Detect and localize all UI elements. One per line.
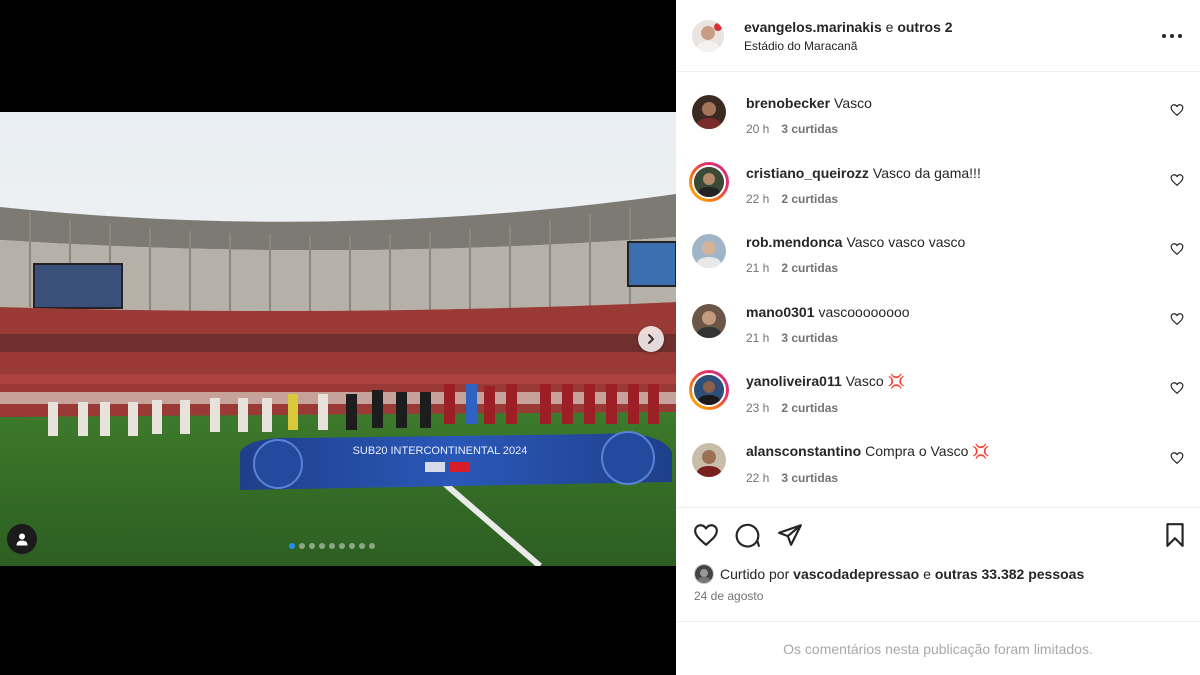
comment-text: Compra o Vasco 💢 — [865, 443, 990, 459]
author-avatar[interactable] — [692, 19, 724, 52]
more-options-icon[interactable] — [1162, 27, 1182, 45]
post-location[interactable]: Estádio do Maracanã — [744, 39, 953, 53]
comment-time[interactable]: 22 h — [746, 192, 769, 206]
commenter-avatar[interactable] — [692, 95, 726, 129]
comment-item: brenobecker Vasco 20 h 3 curtidas — [692, 95, 1192, 155]
comment-username[interactable]: yanoliveira011 — [746, 373, 842, 389]
user-tags-button[interactable] — [7, 524, 37, 554]
comment-likes[interactable]: 2 curtidas — [781, 192, 838, 206]
heart-icon[interactable] — [1170, 312, 1184, 326]
comment-time[interactable]: 21 h — [746, 261, 769, 275]
comment-text: Vasco da gama!!! — [872, 165, 981, 181]
comment-item: cristiano_queirozz Vasco da gama!!! 22 h 2… — [689, 162, 1192, 225]
liked-username[interactable]: vascodadepressao — [793, 566, 919, 582]
comment-text: Vasco 💢 — [845, 373, 905, 389]
comment-username[interactable]: mano0301 — [746, 304, 814, 320]
comment-text: Vasco vasco vasco — [846, 234, 966, 250]
banner-text: SUB20 INTERCONTINENTAL 2024 — [353, 445, 528, 457]
liked-prefix: Curtido por — [720, 566, 790, 582]
comment-item: rob.mendonca Vasco vasco vasco 21 h 2 curt… — [692, 234, 1192, 294]
chevron-right-icon — [648, 334, 654, 344]
comment-item: mano0301 vascoooooooo 21 h 3 curtidas — [692, 304, 1192, 364]
liked-joiner: e — [923, 566, 931, 582]
user-tag-icon — [16, 533, 28, 546]
comment-username[interactable]: cristiano_queirozz — [746, 165, 869, 181]
comment-username[interactable]: alansconstantino — [746, 443, 861, 459]
commenter-avatar[interactable] — [692, 443, 726, 477]
heart-icon[interactable] — [1170, 242, 1184, 256]
heart-icon[interactable] — [1170, 103, 1184, 117]
carousel-indicator — [289, 543, 375, 549]
bookmark-icon[interactable] — [1162, 522, 1188, 548]
comment-likes[interactable]: 3 curtidas — [781, 331, 838, 345]
carousel-dot — [309, 543, 315, 549]
comment-username[interactable]: rob.mendonca — [746, 234, 842, 250]
comment-likes[interactable]: 2 curtidas — [781, 261, 838, 275]
carousel-dot — [319, 543, 325, 549]
comment-likes[interactable]: 3 curtidas — [781, 122, 838, 136]
comment-icon[interactable] — [735, 522, 761, 548]
carousel-dot — [339, 543, 345, 549]
comments-list: brenobecker Vasco 20 h 3 curtidas cristian… — [676, 72, 1200, 506]
carousel-dot — [299, 543, 305, 549]
carousel-dot — [329, 543, 335, 549]
heart-icon[interactable] — [1170, 173, 1184, 187]
author-joiner: e — [885, 18, 894, 35]
post-photo[interactable]: SUB20 INTERCONTINENTAL 2024 — [0, 112, 676, 566]
comment-text: Vasco — [834, 95, 872, 111]
post-date[interactable]: 24 de agosto — [694, 589, 763, 603]
heart-icon[interactable] — [1170, 451, 1184, 465]
comment-time[interactable]: 21 h — [746, 331, 769, 345]
comment-time[interactable]: 22 h — [746, 471, 769, 485]
post-side-panel: evangelos.marinakis e outros 2 Estádio d… — [676, 0, 1200, 675]
instagram-post-viewer: SUB20 INTERCONTINENTAL 2024 evangelos.ma… — [0, 0, 1200, 675]
liked-others-link[interactable]: outras 33.382 pessoas — [935, 566, 1084, 582]
next-photo-button[interactable] — [638, 326, 664, 352]
liker-avatar[interactable] — [694, 564, 714, 584]
comment-time[interactable]: 20 h — [746, 122, 769, 136]
carousel-dot — [359, 543, 365, 549]
share-icon[interactable] — [777, 522, 803, 548]
commenter-avatar[interactable] — [692, 234, 726, 268]
coauthors-link[interactable]: outros 2 — [897, 19, 952, 35]
liked-by: Curtido por vascodadepressao e outras 33… — [694, 564, 1084, 584]
heart-icon[interactable] — [1170, 381, 1184, 395]
comment-item: alansconstantino Compra o Vasco 💢 22 h 3 c… — [692, 443, 1192, 503]
author-username[interactable]: evangelos.marinakis — [744, 19, 882, 35]
commenter-avatar[interactable] — [689, 370, 729, 410]
carousel-dot — [289, 543, 295, 549]
comment-likes[interactable]: 3 curtidas — [781, 471, 838, 485]
comment-time[interactable]: 23 h — [746, 401, 769, 415]
comments-limited-notice: Os comentários nesta publicação foram li… — [676, 621, 1200, 675]
post-header: evangelos.marinakis e outros 2 Estádio d… — [676, 0, 1200, 72]
comment-text: vascoooooooo — [818, 304, 910, 320]
commenter-avatar[interactable] — [689, 162, 729, 202]
post-media: SUB20 INTERCONTINENTAL 2024 — [0, 0, 676, 675]
post-actions: Curtido por vascodadepressao e outras 33… — [676, 507, 1200, 621]
carousel-dot — [369, 543, 375, 549]
heart-icon[interactable] — [693, 522, 719, 548]
commenter-avatar[interactable] — [692, 304, 726, 338]
comment-username[interactable]: brenobecker — [746, 95, 830, 111]
comment-likes[interactable]: 2 curtidas — [781, 401, 838, 415]
carousel-dot — [349, 543, 355, 549]
comment-item: yanoliveira011 Vasco 💢 23 h 2 curtidas — [689, 370, 1192, 433]
